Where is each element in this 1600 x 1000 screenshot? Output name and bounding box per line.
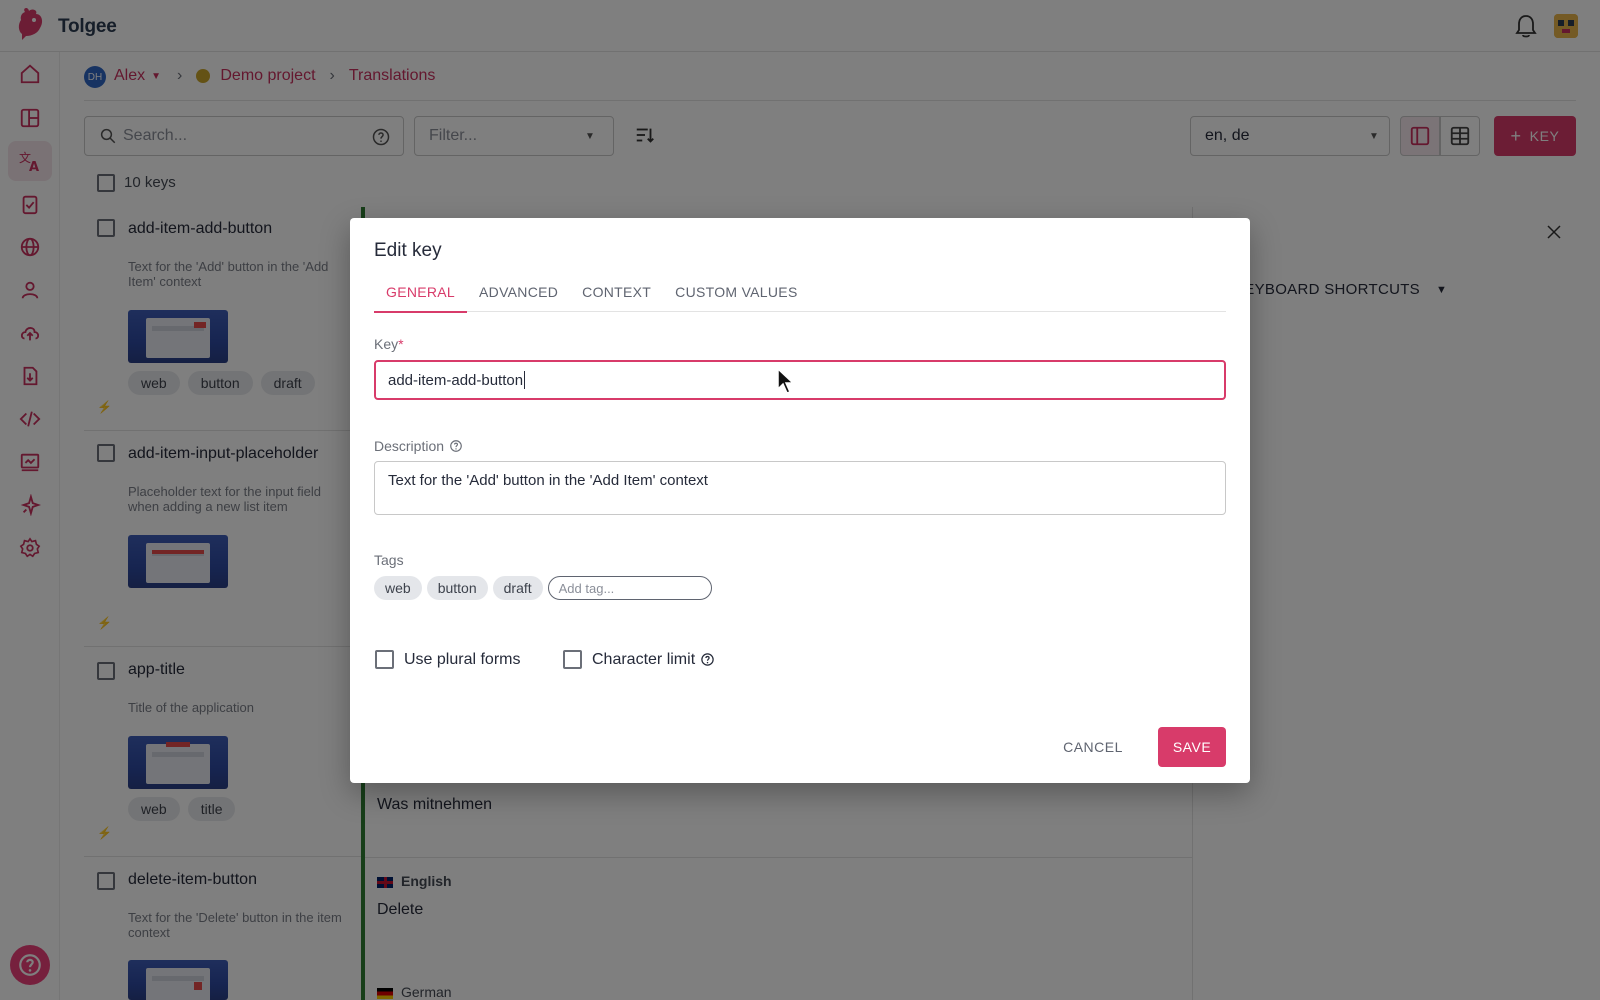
character-limit-label: Character limit [592, 650, 696, 668]
key-input-value: add-item-add-button [388, 371, 524, 389]
tab-advanced[interactable]: ADVANCED [467, 278, 570, 312]
key-field-label: Key* [374, 336, 404, 352]
tags-field-label: Tags [374, 552, 404, 568]
description-field-label: Description [374, 438, 463, 454]
tab-custom-values[interactable]: CUSTOM VALUES [663, 278, 809, 312]
tab-general[interactable]: GENERAL [374, 278, 468, 313]
help-icon[interactable] [700, 652, 715, 667]
text-caret [524, 371, 526, 389]
plural-forms-checkbox[interactable] [375, 650, 394, 669]
description-input-value: Text for the 'Add' button in the 'Add It… [388, 472, 708, 489]
character-limit-option[interactable]: Character limit [563, 650, 715, 669]
save-button[interactable]: SAVE [1158, 727, 1226, 767]
cancel-button[interactable]: CANCEL [1052, 727, 1134, 767]
help-icon[interactable] [449, 439, 463, 453]
plural-forms-option[interactable]: Use plural forms [375, 650, 520, 669]
tab-context[interactable]: CONTEXT [570, 278, 663, 312]
key-input[interactable]: add-item-add-button [374, 360, 1226, 400]
tag[interactable]: draft [492, 576, 543, 600]
description-input[interactable]: Text for the 'Add' button in the 'Add It… [374, 461, 1226, 515]
tag[interactable]: web [374, 576, 422, 600]
character-limit-checkbox[interactable] [563, 650, 582, 669]
edit-key-dialog: Edit key GENERAL ADVANCED CONTEXT CUSTOM… [350, 218, 1250, 783]
dialog-tabs: GENERAL ADVANCED CONTEXT CUSTOM VALUES [374, 278, 1226, 313]
plural-forms-label: Use plural forms [404, 650, 521, 668]
add-tag-input[interactable]: Add tag... [547, 576, 712, 600]
dialog-title: Edit key [374, 240, 442, 261]
mouse-pointer-icon [776, 367, 798, 395]
tag[interactable]: button [426, 576, 488, 600]
dialog-tags: web button draft Add tag... [374, 576, 712, 600]
